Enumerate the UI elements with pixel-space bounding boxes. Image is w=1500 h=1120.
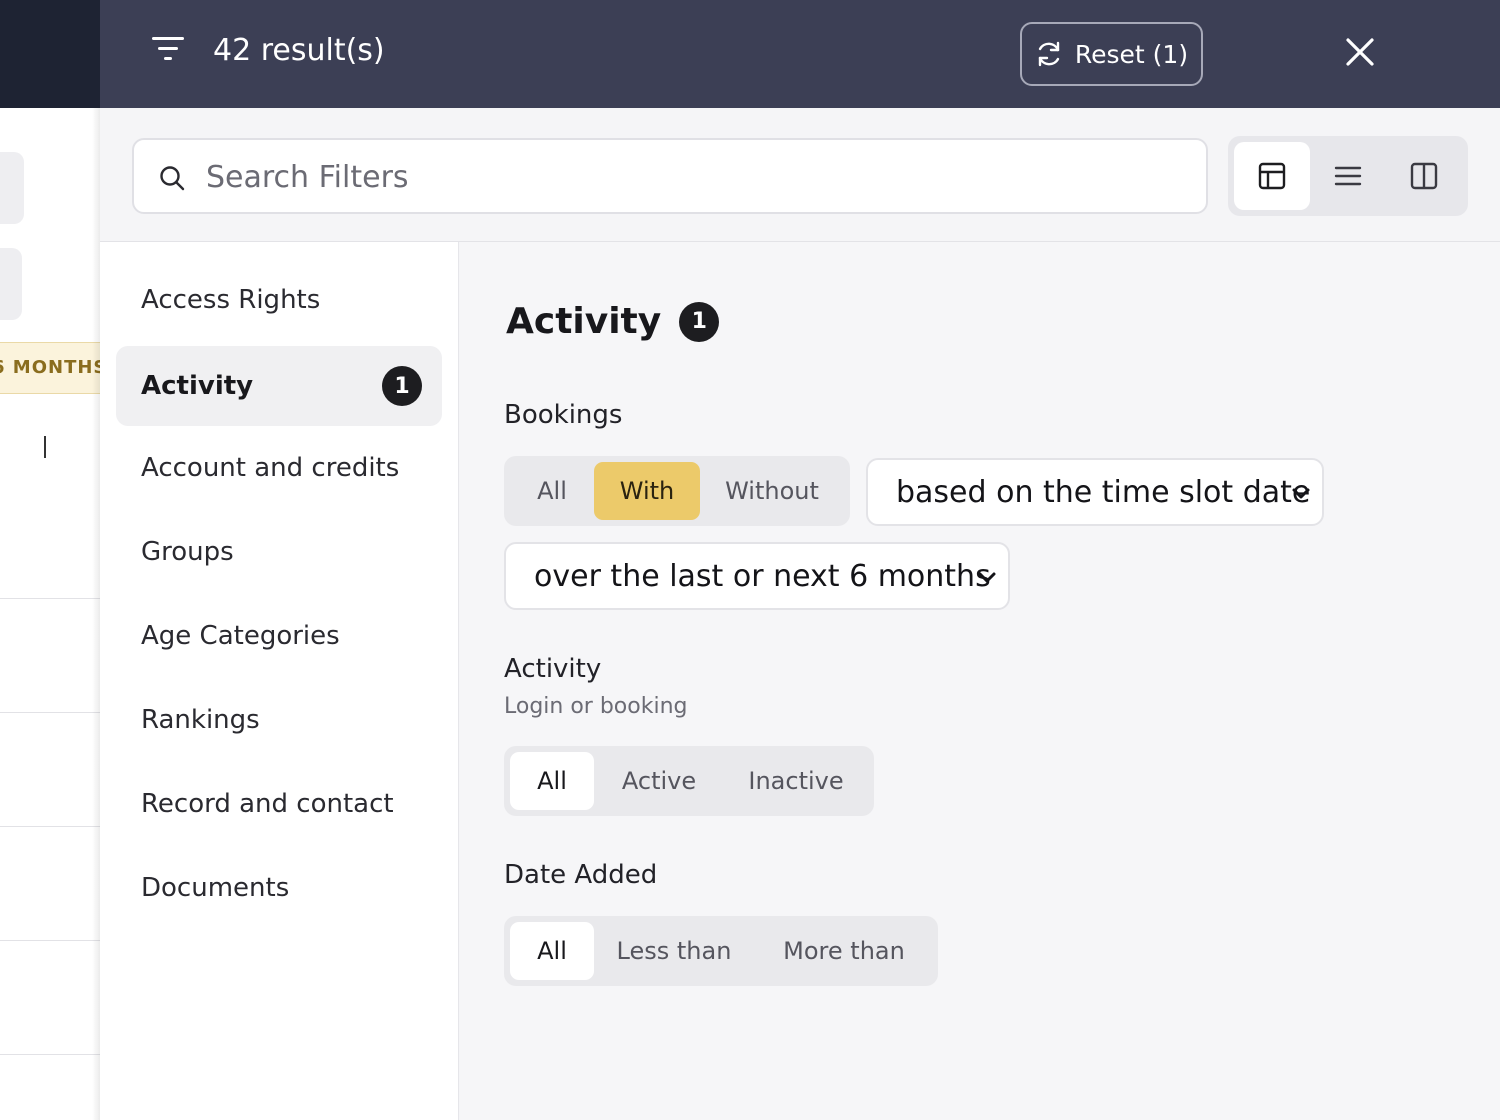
count-badge: 1	[382, 366, 422, 406]
date-basis-value: based on the time slot date	[896, 474, 1311, 510]
section-title-text: Activity	[506, 301, 662, 342]
date-added-segmented-control: All Less than More than	[504, 916, 938, 986]
background-period-badge: 6 MONTHS	[0, 342, 100, 394]
sidebar-item-record-and-contact[interactable]: Record and contact	[116, 764, 442, 844]
sidebar-item-access-rights[interactable]: Access Rights	[116, 260, 442, 340]
columns-icon	[1410, 162, 1438, 190]
view-list-button[interactable]	[1310, 142, 1386, 210]
chevron-down-icon	[978, 572, 996, 583]
result-count: 42 result(s)	[213, 33, 385, 68]
date-added-label: Date Added	[504, 860, 658, 890]
sidebar-item-groups[interactable]: Groups	[116, 512, 442, 592]
list-icon	[1334, 166, 1362, 186]
view-layout-button[interactable]	[1234, 142, 1310, 210]
bookings-label: Bookings	[504, 400, 623, 430]
close-icon	[1346, 38, 1374, 66]
bookings-option-all[interactable]: All	[510, 462, 594, 520]
text-cursor	[44, 436, 46, 458]
layout-icon	[1258, 162, 1286, 190]
sidebar-item-account-and-credits[interactable]: Account and credits	[116, 428, 442, 508]
search-input[interactable]	[206, 152, 1186, 202]
search-icon	[160, 166, 185, 191]
activity-segmented-control: All Active Inactive	[504, 746, 874, 816]
background-divider	[0, 826, 100, 827]
count-badge: 1	[679, 302, 720, 342]
sidebar-item-label: Groups	[141, 537, 234, 567]
filter-content: Activity 1 Bookings All With Without bas…	[460, 242, 1500, 1120]
date-added-option-less-than[interactable]: Less than	[598, 922, 750, 980]
sidebar-item-label: Account and credits	[141, 453, 400, 483]
reset-button[interactable]: Reset (1)	[1020, 22, 1203, 86]
sidebar-item-label: Documents	[141, 873, 290, 903]
activity-label: Activity	[504, 654, 602, 684]
reset-label: Reset (1)	[1074, 39, 1189, 69]
sidebar-item-label: Activity	[141, 371, 254, 401]
sidebar-item-activity[interactable]: Activity 1	[116, 346, 442, 426]
refresh-icon	[1038, 41, 1060, 67]
activity-sublabel: Login or booking	[504, 694, 688, 719]
sidebar-item-label: Age Categories	[141, 621, 340, 651]
date-added-option-all[interactable]: All	[510, 922, 594, 980]
chevron-down-icon	[1292, 488, 1310, 499]
background-topbar	[0, 0, 100, 108]
background-card	[0, 248, 22, 320]
date-basis-select[interactable]: based on the time slot date	[866, 458, 1324, 526]
drawer-header: 42 result(s) Reset (1)	[100, 0, 1500, 108]
background-divider	[0, 712, 100, 713]
background-divider	[0, 598, 100, 599]
sidebar-item-age-categories[interactable]: Age Categories	[116, 596, 442, 676]
bookings-option-with[interactable]: With	[594, 462, 700, 520]
background-divider	[0, 940, 100, 941]
filter-category-sidebar: Access Rights Activity 1 Account and cre…	[100, 242, 459, 1120]
sidebar-item-label: Access Rights	[141, 285, 321, 315]
activity-option-all[interactable]: All	[510, 752, 594, 810]
close-button[interactable]	[1338, 30, 1382, 74]
background-card	[0, 152, 24, 224]
filter-drawer: 42 result(s) Reset (1) Search Filters Ac…	[100, 0, 1500, 1120]
period-select[interactable]: over the last or next 6 months	[504, 542, 1010, 610]
date-added-option-more-than[interactable]: More than	[758, 922, 930, 980]
section-title: Activity 1	[506, 300, 720, 344]
sidebar-item-label: Rankings	[141, 705, 260, 735]
sidebar-item-rankings[interactable]: Rankings	[116, 680, 442, 760]
activity-option-inactive[interactable]: Inactive	[726, 752, 866, 810]
view-columns-button[interactable]	[1386, 142, 1462, 210]
search-box[interactable]	[132, 138, 1208, 214]
background-divider	[0, 1054, 100, 1055]
period-value: over the last or next 6 months	[534, 558, 991, 594]
view-mode-toggle	[1228, 136, 1468, 216]
background-page: 6 MONTHS	[0, 0, 100, 1120]
sidebar-item-documents[interactable]: Documents	[116, 848, 442, 928]
search-row	[100, 108, 1500, 242]
drawer-shadow	[92, 108, 100, 1120]
bookings-option-without[interactable]: Without	[702, 462, 842, 520]
sidebar-item-label: Record and contact	[141, 789, 394, 819]
bookings-segmented-control: All With Without	[504, 456, 850, 526]
activity-option-active[interactable]: Active	[596, 752, 722, 810]
filter-icon	[152, 37, 184, 60]
